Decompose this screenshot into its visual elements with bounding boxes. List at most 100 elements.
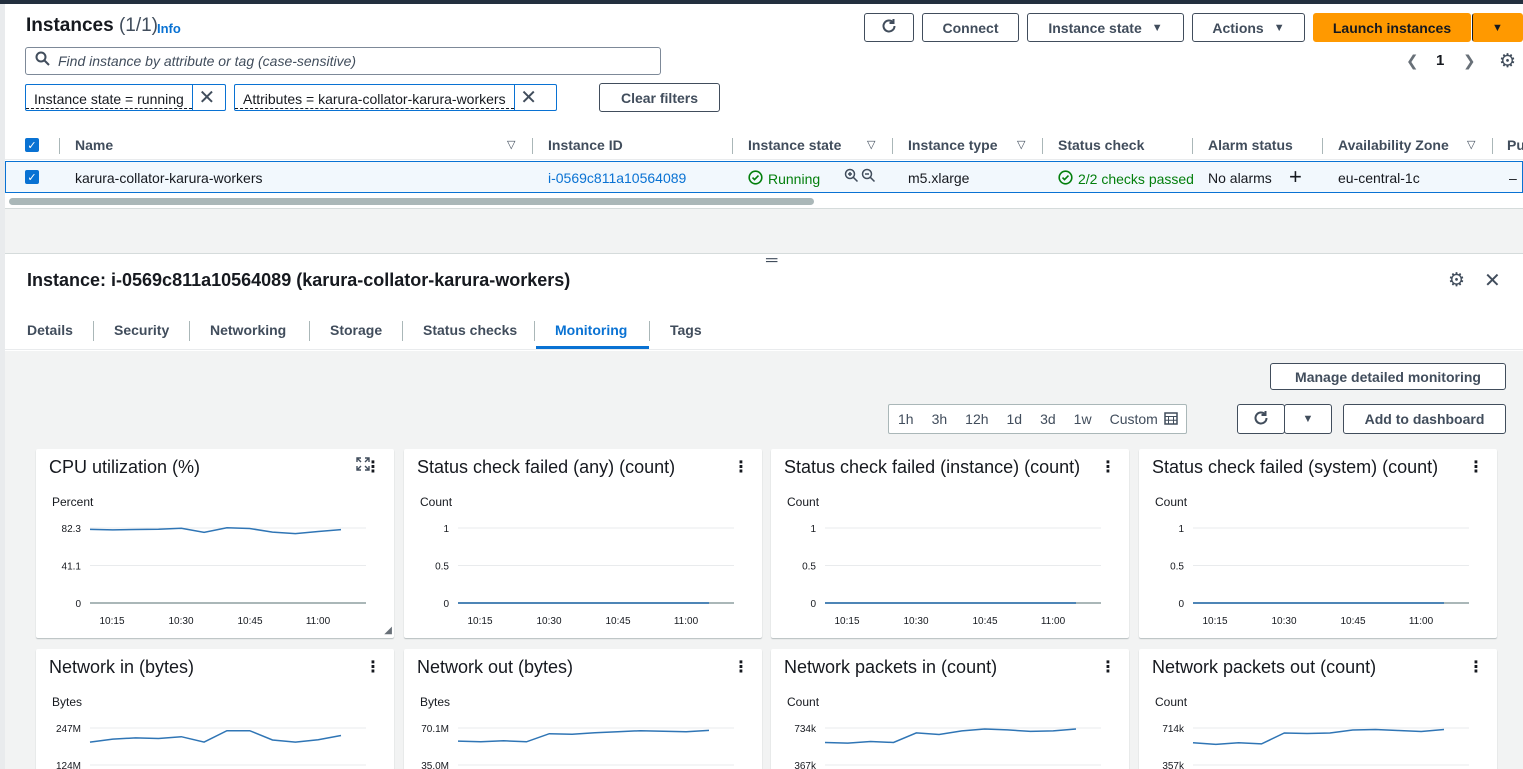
metric-chart-card: Network packets in (count) ⋮ Count 734k 367k <box>771 649 1129 769</box>
x-tick-label: 10:15 <box>467 616 492 627</box>
y-tick-label: 0 <box>443 599 449 610</box>
page-title-text: Instances <box>26 15 114 36</box>
refresh-options-dropdown[interactable]: ▼ <box>1284 404 1332 434</box>
manage-detailed-monitoring-button[interactable]: Manage detailed monitoring <box>1270 363 1506 390</box>
column-divider[interactable] <box>1322 138 1323 154</box>
column-header-instance-type[interactable]: Instance type <box>908 137 997 153</box>
chart-title: Network packets in (count) <box>784 657 998 677</box>
launch-instances-button[interactable]: Launch instances <box>1313 13 1471 42</box>
column-header-status-check[interactable]: Status check <box>1058 137 1144 153</box>
close-panel-icon[interactable]: ✕ <box>1484 268 1501 293</box>
column-divider[interactable] <box>1492 138 1493 154</box>
range-custom[interactable]: Custom <box>1101 411 1186 428</box>
chart-menu-kebab-icon[interactable]: ⋮ <box>1468 457 1484 477</box>
column-divider[interactable] <box>1192 138 1193 154</box>
column-header-public[interactable]: Pu <box>1507 137 1523 153</box>
column-header-alarm-status[interactable]: Alarm status <box>1208 137 1293 153</box>
tab-details[interactable]: Details <box>27 322 73 338</box>
range-3h[interactable]: 3h <box>923 411 957 427</box>
remove-filter-close-icon[interactable]: ✕ <box>191 85 221 110</box>
launch-options-dropdown[interactable]: ▼ <box>1472 13 1523 42</box>
sort-caret-icon[interactable]: ▽ <box>867 138 875 151</box>
horizontal-scrollbar[interactable] <box>5 197 1523 207</box>
refresh-button[interactable] <box>864 13 914 42</box>
page-title: Instances (1/1) <box>26 15 158 37</box>
range-1d[interactable]: 1d <box>998 411 1032 427</box>
column-header-availability-zone[interactable]: Availability Zone <box>1338 137 1449 153</box>
clear-filters-label: Clear filters <box>620 89 699 106</box>
column-header-instance-id[interactable]: Instance ID <box>548 137 623 153</box>
refresh-charts-button[interactable] <box>1237 404 1285 434</box>
search-field[interactable] <box>25 47 661 75</box>
chart-menu-kebab-icon[interactable]: ⋮ <box>733 657 749 677</box>
y-tick-label: 70.1M <box>421 724 449 735</box>
instance-state-dropdown[interactable]: Instance state ▼ <box>1027 13 1184 42</box>
zoom-out-icon[interactable] <box>861 168 876 186</box>
column-divider[interactable] <box>892 138 893 154</box>
column-divider[interactable] <box>732 138 733 154</box>
scrollbar-thumb[interactable] <box>9 198 814 205</box>
y-tick-label: 0.5 <box>1170 562 1184 573</box>
sort-caret-icon[interactable]: ▽ <box>507 138 515 151</box>
search-input[interactable] <box>58 53 638 69</box>
x-tick-label: 10:45 <box>237 616 262 627</box>
cell-status-check: 2/2 checks passed <box>1058 170 1194 188</box>
refresh-icon <box>880 17 898 38</box>
tab-tags[interactable]: Tags <box>670 322 702 338</box>
tab-storage[interactable]: Storage <box>330 322 382 338</box>
page-number[interactable]: 1 <box>1436 52 1444 69</box>
tab-security[interactable]: Security <box>114 322 169 338</box>
chart-menu-kebab-icon[interactable]: ⋮ <box>733 457 749 477</box>
column-header-name[interactable]: Name <box>75 137 113 153</box>
column-divider[interactable] <box>1042 138 1043 154</box>
instance-state-text: Running <box>768 171 821 187</box>
tab-divider <box>649 321 650 341</box>
tab-divider <box>93 321 94 341</box>
x-tick-label: 10:15 <box>834 616 859 627</box>
clear-filters-button[interactable]: Clear filters <box>599 83 720 112</box>
table-row[interactable]: ✓ karura-collator-karura-workers i-0569c… <box>5 161 1523 193</box>
sort-caret-icon[interactable]: ▽ <box>1017 138 1025 151</box>
y-tick-label: 1 <box>810 524 816 535</box>
remove-filter-close-icon[interactable]: ✕ <box>513 85 543 110</box>
metric-chart-card: Status check failed (any) (count) ⋮ Count 1… <box>404 449 762 638</box>
next-page-icon[interactable]: ❯ <box>1463 52 1476 70</box>
column-divider[interactable] <box>532 138 533 154</box>
add-to-dashboard-button[interactable]: Add to dashboard <box>1343 404 1506 434</box>
sort-caret-icon[interactable]: ▽ <box>1467 138 1475 151</box>
info-link[interactable]: Info <box>157 21 181 36</box>
chart-menu-kebab-icon[interactable]: ⋮ <box>1100 457 1116 477</box>
row-checkbox[interactable]: ✓ <box>25 170 39 184</box>
y-tick-label: 357k <box>1162 761 1185 769</box>
tab-networking[interactable]: Networking <box>210 322 286 338</box>
check-circle-icon <box>748 170 763 188</box>
range-1h[interactable]: 1h <box>889 411 923 427</box>
column-header-instance-state[interactable]: Instance state <box>748 137 841 153</box>
preferences-gear-icon[interactable]: ⚙ <box>1499 50 1516 73</box>
filter-chip-label[interactable]: Attributes = karura-collator-karura-work… <box>235 87 514 109</box>
previous-page-icon[interactable]: ❮ <box>1406 52 1419 70</box>
panel-settings-gear-icon[interactable]: ⚙ <box>1448 269 1465 292</box>
select-all-checkbox[interactable]: ✓ <box>25 138 39 152</box>
resize-grip-icon[interactable]: ◢ <box>384 625 392 636</box>
caret-down-icon: ▼ <box>1492 21 1503 34</box>
zoom-in-icon[interactable] <box>844 168 859 186</box>
range-3d[interactable]: 3d <box>1031 411 1065 427</box>
x-tick-label: 11:00 <box>1409 616 1434 627</box>
add-alarm-plus-icon[interactable]: + <box>1289 164 1302 190</box>
tab-status-checks[interactable]: Status checks <box>423 322 517 338</box>
connect-button[interactable]: Connect <box>922 13 1019 42</box>
range-12h[interactable]: 12h <box>956 411 997 427</box>
filter-chip-label[interactable]: Instance state = running <box>26 87 192 109</box>
drag-handle-icon[interactable]: ═ <box>766 252 777 270</box>
chart-menu-kebab-icon[interactable]: ⋮ <box>365 657 381 677</box>
active-tab-indicator <box>536 346 649 349</box>
filter-chip-state: Instance state = running ✕ <box>25 84 226 111</box>
range-1w[interactable]: 1w <box>1065 411 1101 427</box>
y-tick-label: 41.1 <box>62 562 82 573</box>
chart-menu-kebab-icon[interactable]: ⋮ <box>1468 657 1484 677</box>
tab-monitoring[interactable]: Monitoring <box>555 322 627 338</box>
actions-dropdown[interactable]: Actions ▼ <box>1192 13 1305 42</box>
chart-menu-kebab-icon[interactable]: ⋮ <box>1100 657 1116 677</box>
cell-instance-id-link[interactable]: i-0569c811a10564089 <box>548 170 686 186</box>
